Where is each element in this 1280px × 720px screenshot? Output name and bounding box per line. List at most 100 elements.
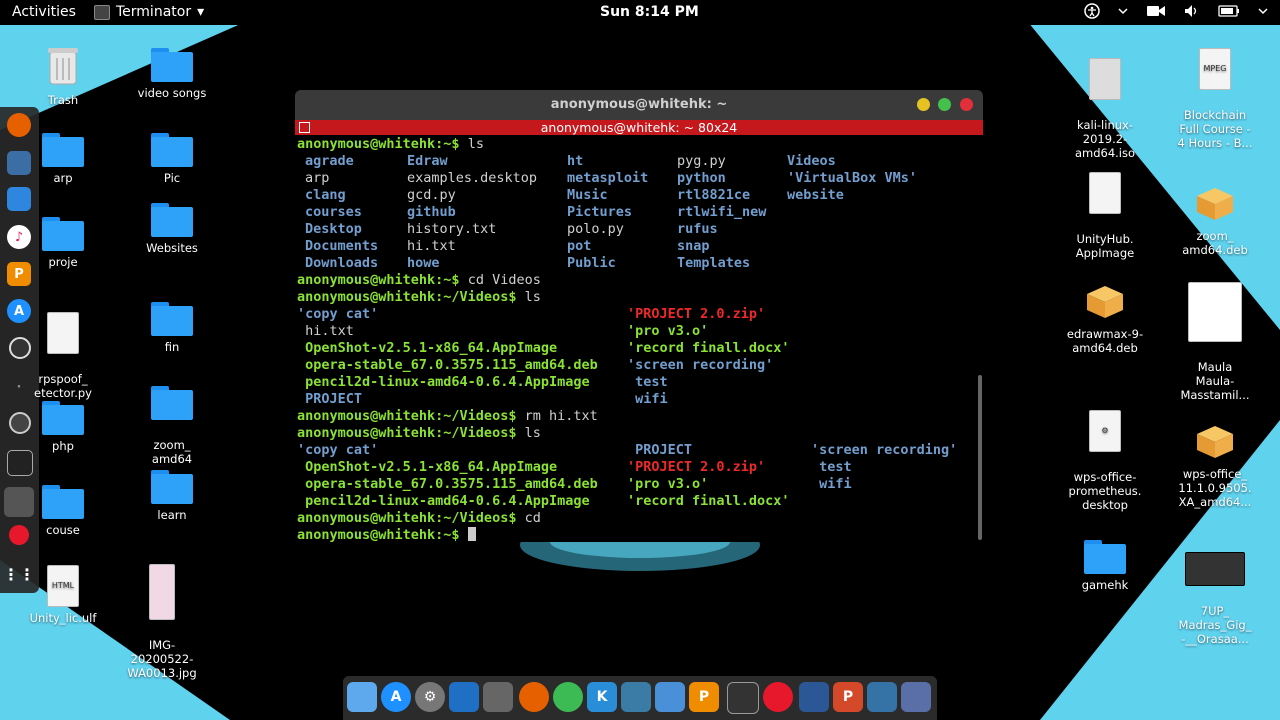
desktop-item-unity-lic[interactable]: HTML Unity_lic.ulf	[18, 565, 108, 625]
desktop-item-php[interactable]: php	[18, 401, 108, 453]
recorder-icon[interactable]	[763, 682, 793, 712]
folder-icon	[42, 133, 84, 167]
file-entry: howe	[407, 255, 440, 271]
desktop-item-websites[interactable]: Websites	[127, 203, 217, 255]
desktop-item-arp[interactable]: arp	[18, 133, 108, 185]
terminal-command-line: anonymous@whitehk:~$	[297, 527, 476, 542]
wps-presentation-icon[interactable]: P	[833, 682, 863, 712]
kdevelop-icon[interactable]: K	[587, 682, 617, 712]
file-entry: 'copy cat'	[297, 442, 379, 458]
terminal-window[interactable]: anonymous@whitehk: ~ anonymous@whitehk: …	[295, 90, 983, 542]
python-icon[interactable]	[867, 682, 897, 712]
close-button[interactable]	[960, 98, 973, 111]
desktop-item-label: 7UP_ Madras_Gig_ -__Orasaa...	[1178, 604, 1252, 646]
app-menu[interactable]: Terminator ▾	[94, 4, 204, 20]
file-entry: test	[627, 374, 668, 390]
desktop-item-maula[interactable]: Maula Maula- Masstamil...	[1170, 268, 1260, 416]
shell-command: ls	[524, 425, 541, 441]
terminator-icon[interactable]	[727, 682, 759, 714]
desktop-item-img[interactable]: IMG- 20200522- WA0013.jpg	[117, 550, 207, 694]
file-entry: rtlwifi_new	[677, 204, 767, 220]
desktop-item-pic[interactable]: Pic	[127, 133, 217, 185]
package-manager-icon[interactable]	[901, 682, 931, 712]
desktop-item-label: video songs	[137, 86, 207, 100]
desktop-item-gamehk[interactable]: gamehk	[1060, 540, 1150, 592]
video-file-icon	[1185, 552, 1245, 586]
desktop-item-label: proje	[48, 255, 78, 269]
volume-icon[interactable]	[1184, 4, 1200, 18]
desktop-item-video-songs[interactable]: video songs	[127, 48, 217, 100]
finder-icon[interactable]	[347, 682, 377, 712]
appimage-icon	[1089, 172, 1121, 214]
terminal-command-line: anonymous@whitehk:~/Videos$ rm hi.txt	[297, 408, 598, 425]
vscode-icon[interactable]	[449, 682, 479, 712]
desktop-item-proje[interactable]: proje	[18, 217, 108, 269]
desktop-item-blockchain-video[interactable]: MPEG Blockchain Full Course - 4 Hours - …	[1170, 34, 1260, 164]
file-entry: Public	[567, 255, 616, 271]
desktop-item-zoom-amd64[interactable]: zoom_ amd64	[127, 372, 217, 480]
desktop-item-wps-deb[interactable]: wps-office_ 11.1.0.9505. XA_amd64...	[1170, 410, 1260, 523]
file-entry: examples.desktop	[407, 170, 538, 186]
chrome-icon[interactable]	[553, 682, 583, 712]
desktop-item-edrawmax[interactable]: edrawmax-9- amd64.deb	[1060, 270, 1150, 369]
terminal-command-line: anonymous@whitehk:~/Videos$ ls	[297, 425, 541, 442]
clock[interactable]: Sun 8:14 PM	[600, 4, 699, 20]
desktop-item-couse[interactable]: couse	[18, 485, 108, 537]
desktop-item-label: zoom_ amd64	[151, 438, 193, 466]
windows-icon[interactable]	[655, 682, 685, 712]
file-entry: website	[787, 187, 844, 203]
power-menu-icon[interactable]	[1258, 6, 1268, 16]
desktop-item-label: wps-office- prometheus. desktop	[1068, 470, 1142, 512]
settings-icon[interactable]: ⚙	[415, 682, 445, 712]
split-terminal-icon[interactable]	[299, 122, 310, 133]
desktop-item-7up-video[interactable]: 7UP_ Madras_Gig_ -__Orasaa...	[1170, 538, 1260, 660]
desktop-item-arpspoof[interactable]: rpspoof_ etector.py	[18, 298, 108, 414]
battery-icon[interactable]	[1218, 5, 1240, 17]
desktop-item-learn[interactable]: learn	[127, 470, 217, 522]
file-entry: wifi	[627, 391, 668, 407]
terminal-icon[interactable]	[7, 450, 33, 476]
file-entry: metasploit	[567, 170, 649, 186]
chevron-down-icon[interactable]	[1118, 6, 1128, 16]
desktop-item-label: arp	[53, 171, 73, 185]
edraw-icon[interactable]	[799, 682, 829, 712]
scrollbar[interactable]	[978, 375, 982, 540]
shell-prompt: anonymous@whitehk:~$	[297, 272, 468, 288]
firefox-icon[interactable]	[519, 682, 549, 712]
python-file-icon	[47, 312, 79, 354]
maximize-button[interactable]	[938, 98, 951, 111]
file-entry: OpenShot-v2.5.1-x86_64.AppImage	[297, 459, 558, 475]
desktop-item-zoom-deb[interactable]: zoom_ amd64.deb	[1170, 172, 1260, 271]
settings-file-icon: ⚙	[1089, 410, 1121, 452]
presentation-icon[interactable]: P	[689, 682, 719, 712]
desktop-item-label: UnityHub. AppImage	[1075, 232, 1135, 260]
desktop-item-label: wps-office_ 11.1.0.9505. XA_amd64...	[1178, 467, 1252, 509]
app-store-icon[interactable]: A	[381, 682, 411, 712]
file-entry: Desktop	[305, 221, 362, 237]
folder-icon	[42, 217, 84, 251]
accessibility-icon[interactable]	[1084, 3, 1100, 19]
terminal-tab[interactable]: anonymous@whitehk: ~ 80x24	[295, 120, 983, 135]
terminal-output[interactable]: anonymous@whitehk:~$ ls agrade Edraw ht pyg.…	[295, 136, 973, 542]
desktop-item-label: Pic	[163, 171, 181, 185]
minimize-button[interactable]	[917, 98, 930, 111]
camera-icon[interactable]	[1146, 4, 1166, 18]
shell-command: cd Videos	[467, 272, 541, 288]
system-tray[interactable]	[1084, 3, 1268, 19]
file-entry: polo.py	[567, 221, 624, 237]
desktop-item-label: rpspoof_ etector.py	[34, 372, 92, 400]
desktop-item-wps-desktop[interactable]: ⚙ wps-office- prometheus. desktop	[1060, 396, 1150, 526]
desktop-item-fin[interactable]: fin	[127, 302, 217, 354]
desktop-item-kali-iso[interactable]: kali-linux- 2019.2- amd64.iso	[1060, 44, 1150, 174]
shell-command: rm hi.txt	[524, 408, 598, 424]
file-entry: PROJECT	[297, 391, 363, 407]
terminal-command-line: anonymous@whitehk:~$ cd Videos	[297, 272, 541, 289]
wireshark-icon[interactable]	[621, 682, 651, 712]
finder-icon[interactable]	[7, 187, 31, 211]
script-editor-icon[interactable]	[483, 682, 513, 712]
desktop-item-trash[interactable]: Trash	[18, 44, 108, 107]
desktop-item-label: couse	[46, 523, 80, 537]
window-titlebar[interactable]: anonymous@whitehk: ~	[295, 90, 983, 120]
activities-button[interactable]: Activities	[12, 4, 76, 20]
desktop-item-unityhub[interactable]: UnityHub. AppImage	[1060, 158, 1150, 274]
